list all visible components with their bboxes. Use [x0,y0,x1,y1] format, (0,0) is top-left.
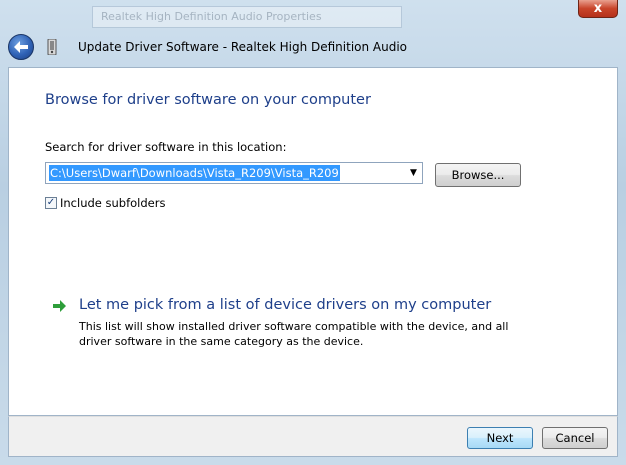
browse-button[interactable]: Browse... [435,163,521,187]
content-panel: Browse for driver software on your compu… [8,67,618,416]
background-window-title: Realtek High Definition Audio Properties [92,6,402,28]
button-bar: Next Cancel [8,416,618,457]
search-location-label: Search for driver software in this locat… [45,140,287,154]
dropdown-arrow-icon[interactable]: ▼ [405,163,422,183]
window-frame: Realtek High Definition Audio Properties… [0,0,626,465]
device-icon [47,39,57,55]
path-value[interactable]: C:\Users\Dwarf\Downloads\Vista_R209\Vist… [49,165,340,181]
back-arrow-icon [14,41,28,53]
dialog-title: Update Driver Software - Realtek High De… [78,40,408,54]
include-subfolders-row[interactable]: ✓ Include subfolders [45,196,165,210]
cancel-button[interactable]: Cancel [542,427,608,449]
checkmark-icon: ✓ [46,197,56,208]
back-button[interactable] [8,34,34,60]
close-icon: x [593,1,603,16]
next-button[interactable]: Next [467,427,533,449]
green-arrow-icon [53,300,66,312]
pick-from-list-link[interactable]: Let me pick from a list of device driver… [79,297,491,313]
page-heading: Browse for driver software on your compu… [45,92,371,108]
path-combobox[interactable]: C:\Users\Dwarf\Downloads\Vista_R209\Vist… [45,162,423,184]
close-button[interactable]: x [578,0,618,18]
include-subfolders-checkbox[interactable]: ✓ [45,197,57,209]
pick-from-list-description: This list will show installed driver sof… [79,320,509,348]
include-subfolders-label[interactable]: Include subfolders [60,196,165,210]
